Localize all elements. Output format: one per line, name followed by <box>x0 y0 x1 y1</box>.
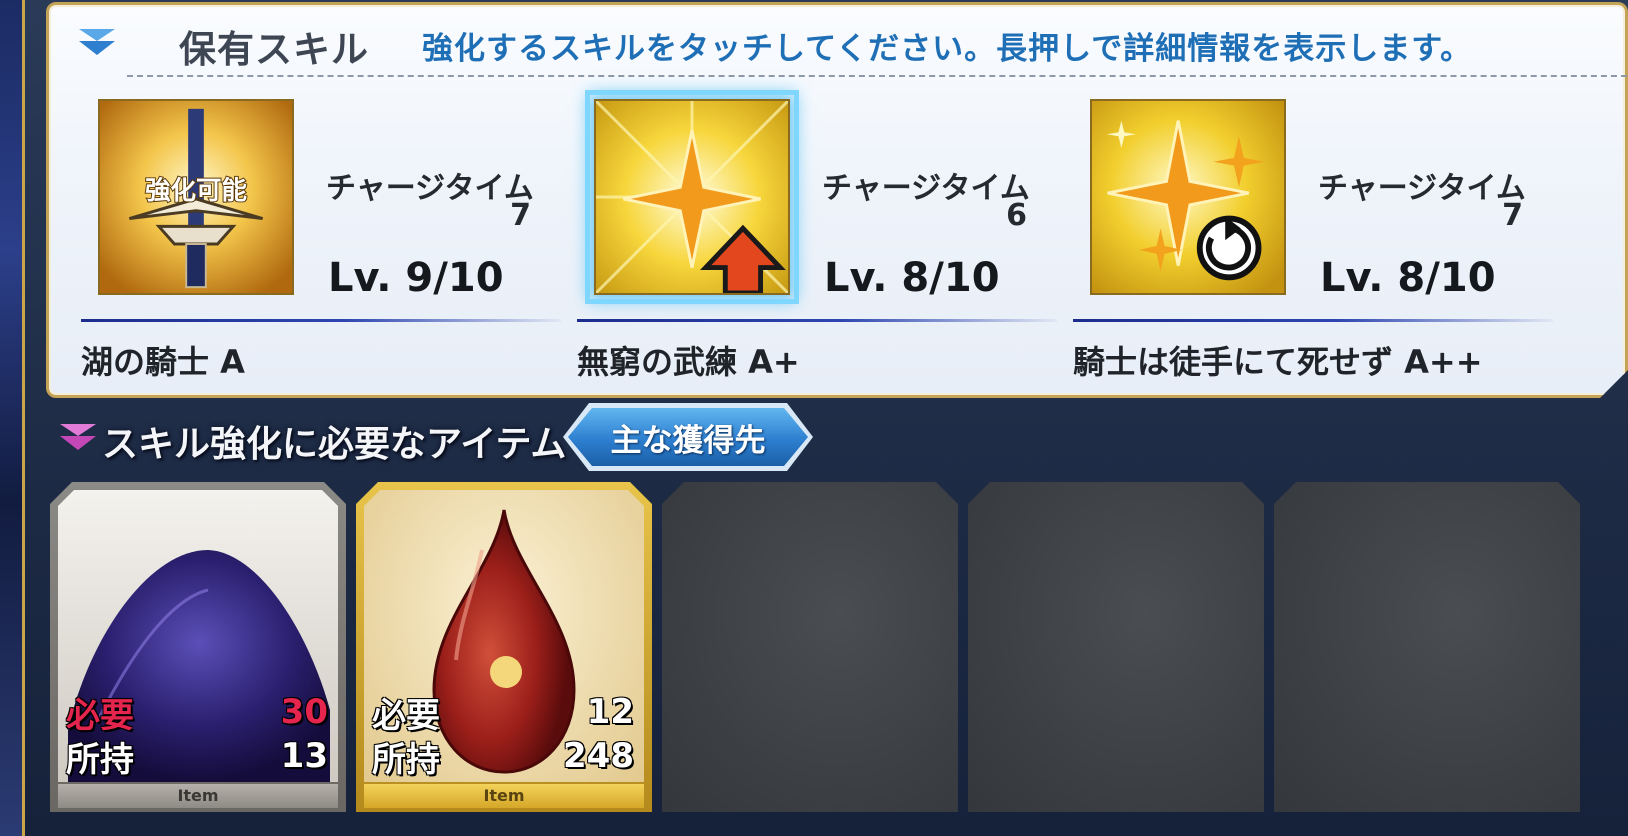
svg-text:強化可能: 強化可能 <box>145 176 247 206</box>
skill-level: Lv. 8/10 <box>1320 255 1496 301</box>
skill-name: 湖の騎士 A <box>81 343 245 381</box>
main-source-button[interactable]: 主な獲得先 <box>568 408 808 466</box>
owned-count-row: 所持 248 <box>364 734 644 778</box>
empty-item-slot <box>662 482 958 812</box>
owned-label: 所持 <box>66 739 134 780</box>
item-tag: Item <box>364 784 644 808</box>
owned-skills-title: 保有スキル <box>179 28 369 71</box>
required-count-row: 必要 12 <box>364 690 644 734</box>
item-card-2[interactable]: 必要 12 所持 248 Item <box>356 482 652 812</box>
required-value: 30 <box>280 692 328 732</box>
owned-value: 13 <box>280 736 328 776</box>
instruction-text: 強化するスキルをタッチしてください。長押しで詳細情報を表示します。 <box>422 31 1473 67</box>
required-count-row: 必要 30 <box>58 690 338 734</box>
owned-count-row: 所持 13 <box>58 734 338 778</box>
owned-skills-panel: 保有スキル 強化するスキルをタッチしてください。長押しで詳細情報を表示します。 <box>46 2 1628 398</box>
skill-level: Lv. 8/10 <box>824 255 1000 301</box>
main-source-label: 主な獲得先 <box>610 422 766 459</box>
charge-time-value: 7 <box>510 198 531 233</box>
item-tag: Item <box>58 784 338 808</box>
skill-name: 騎士は徒手にて死せず A++ <box>1073 343 1483 381</box>
skill-name: 無窮の武練 A+ <box>577 343 800 381</box>
skill-slot-3[interactable]: チャージタイム 7 Lv. 8/10 騎士は徒手にて死せず A++ <box>1073 93 1553 383</box>
empty-item-slot <box>1274 482 1580 812</box>
skill-slot-2[interactable]: チャージタイム 6 Lv. 8/10 無窮の武練 A+ <box>577 93 1057 383</box>
skill-slot-1[interactable]: 強化可能 チャージタイム 7 Lv. 9/10 湖の騎士 A <box>81 93 561 383</box>
charge-time-value: 6 <box>1006 198 1027 233</box>
skill-divider <box>1073 319 1553 322</box>
required-items-title: スキル強化に必要なアイテム <box>102 424 567 465</box>
empty-item-slot <box>968 482 1264 812</box>
sword-icon[interactable]: 強化可能 <box>98 99 294 295</box>
skill-divider <box>81 319 561 322</box>
required-label: 必要 <box>372 695 440 736</box>
chevron-down-icon <box>77 23 117 63</box>
skill-level: Lv. 9/10 <box>328 255 504 301</box>
owned-value: 248 <box>563 736 634 776</box>
skill-divider <box>577 319 1057 322</box>
upgradeable-badge: 強化可能 <box>145 176 247 206</box>
required-label: 必要 <box>66 695 134 736</box>
required-value: 12 <box>586 692 634 732</box>
divider <box>127 75 1628 77</box>
item-card-1[interactable]: 必要 30 所持 13 Item <box>50 482 346 812</box>
sparkle-up-arrow-icon[interactable] <box>594 99 790 295</box>
owned-label: 所持 <box>372 739 440 780</box>
chevron-down-icon <box>58 418 98 458</box>
side-banner <box>0 0 25 836</box>
charge-time-value: 7 <box>1502 198 1523 233</box>
sparkle-cycle-icon[interactable] <box>1090 99 1286 295</box>
